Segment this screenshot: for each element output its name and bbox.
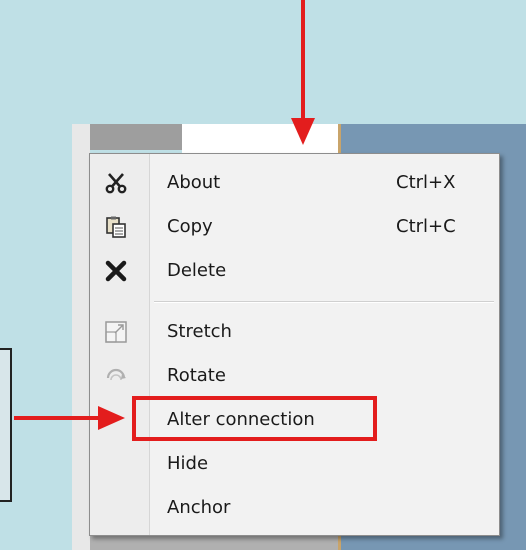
menu-item-hide[interactable]: Hide: [90, 442, 499, 486]
partial-window-frame: [0, 348, 12, 502]
rotate-icon: [104, 364, 128, 388]
menu-item-about[interactable]: About Ctrl+X: [90, 161, 499, 205]
menu-item-label: Hide: [167, 453, 209, 474]
menu-item-copy[interactable]: Copy Ctrl+C: [90, 205, 499, 249]
menu-item-shortcut: Ctrl+C: [396, 216, 456, 237]
annotation-down-arrow: [291, 0, 315, 145]
app-gray-tab: [90, 124, 182, 150]
menu-item-label: About: [167, 172, 221, 193]
context-menu: About Ctrl+X Copy Ctrl+C Delete Stretch …: [89, 153, 500, 536]
app-left-strip: [72, 124, 90, 550]
menu-item-anchor[interactable]: Anchor: [90, 486, 499, 530]
menu-item-delete[interactable]: Delete: [90, 249, 499, 293]
menu-item-label: Anchor: [167, 497, 231, 518]
delete-x-icon: [104, 259, 128, 283]
copy-icon: [104, 215, 128, 239]
menu-item-label: Stretch: [167, 321, 232, 342]
scissors-icon: [104, 171, 128, 195]
menu-item-label: Copy: [167, 216, 213, 237]
menu-item-shortcut: Ctrl+X: [396, 172, 456, 193]
annotation-right-arrow: [14, 406, 125, 430]
annotation-highlight-box: [132, 396, 377, 441]
menu-item-rotate[interactable]: Rotate: [90, 354, 499, 398]
menu-item-label: Delete: [167, 260, 227, 281]
menu-item-label: Rotate: [167, 365, 226, 386]
menu-item-stretch[interactable]: Stretch: [90, 310, 499, 354]
stretch-icon: [104, 320, 128, 344]
menu-separator: [154, 301, 494, 303]
